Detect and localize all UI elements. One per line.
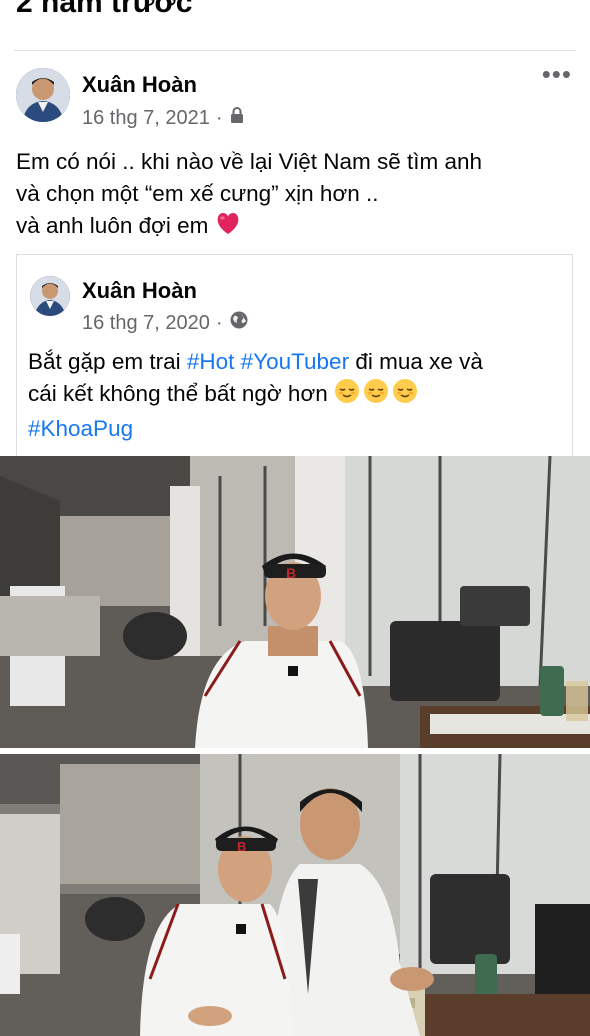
hashtag-youtuber-link[interactable]: #YouTuber xyxy=(241,349,349,374)
post-text-line-3: và anh luôn đợi em xyxy=(16,210,576,245)
shared-post-author-name[interactable]: Xuân Hoàn xyxy=(82,278,197,304)
shared-text-line-2: cái kết không thể bất ngờ hơn xyxy=(28,378,483,413)
post-meta: 16 thg 7, 2021 · xyxy=(82,106,245,130)
shared-photo-1[interactable]: B xyxy=(0,456,590,748)
post-text-line: và chọn một “em xế cưng” xịn hơn .. xyxy=(16,181,379,206)
lock-icon xyxy=(229,106,245,130)
shared-post-body: Bắt gặp em trai #Hot #YouTuber đi mua xe… xyxy=(28,346,483,445)
post-body: Em có nói .. khi nào về lại Việt Nam sẽ … xyxy=(16,146,576,245)
post-date[interactable]: 16 thg 7, 2021 xyxy=(82,107,210,130)
section-divider xyxy=(14,50,576,51)
svg-text:B: B xyxy=(286,565,296,581)
shared-text: cái kết không thể bất ngờ hơn xyxy=(28,381,334,406)
shared-text: đi mua xe và xyxy=(349,349,483,374)
section-header-time-ago: 2 năm trước xyxy=(16,0,193,19)
author-avatar[interactable] xyxy=(16,68,70,122)
meta-separator: · xyxy=(215,311,223,334)
shared-photo-2[interactable]: B xyxy=(0,754,590,1036)
shared-text-line-1: Bắt gặp em trai #Hot #YouTuber đi mua xe… xyxy=(28,346,483,378)
shared-post-meta: 16 thg 7, 2020 · xyxy=(82,310,249,336)
relieved-face-icon xyxy=(334,378,418,413)
shared-text-line-3: #KhoaPug xyxy=(28,413,483,445)
more-options-button[interactable]: ••• xyxy=(542,61,572,87)
shared-post-date[interactable]: 16 thg 7, 2020 xyxy=(82,312,210,335)
meta-separator: · xyxy=(215,106,223,129)
hashtag-khoapug-link[interactable]: #KhoaPug xyxy=(28,416,133,441)
shared-text: Bắt gặp em trai xyxy=(28,349,187,374)
hashtag-hot-link[interactable]: #Hot xyxy=(187,349,235,374)
post-text-line: và anh luôn đợi em xyxy=(16,213,209,238)
post-text-line: Em có nói .. khi nào về lại Việt Nam sẽ … xyxy=(16,149,483,174)
red-heart-icon xyxy=(215,212,241,245)
shared-author-avatar[interactable] xyxy=(30,276,70,316)
globe-icon xyxy=(229,310,249,336)
svg-text:B: B xyxy=(237,839,246,854)
post-author-name[interactable]: Xuân Hoàn xyxy=(82,72,197,98)
